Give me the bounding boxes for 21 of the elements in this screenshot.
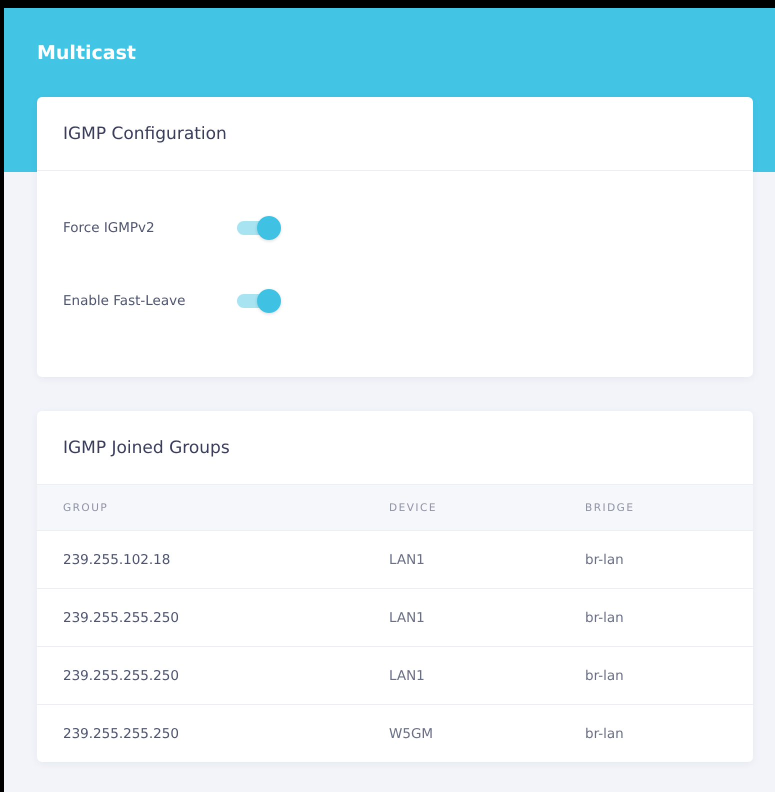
table-cell: W5GM [363,704,559,762]
page-title: Multicast [36,41,138,66]
table-cell: LAN1 [363,588,559,646]
table-cell: LAN1 [363,646,559,704]
table-cell: br-lan [559,588,753,646]
table-cell: LAN1 [363,530,559,588]
setting-label: Force IGMPv2 [63,220,156,236]
column-header: DEVICE [363,485,559,530]
table-cell: br-lan [559,530,753,588]
table-cell: br-lan [559,646,753,704]
setting-label: Enable Fast-Leave [63,292,186,308]
toggle-switch[interactable] [237,288,281,312]
table-cell: 239.255.102.18 [37,530,363,588]
table-cell: 239.255.255.250 [37,588,363,646]
table-cell: 239.255.255.250 [37,704,363,762]
column-header: BRIDGE [559,485,753,530]
table-cell: 239.255.255.250 [37,646,363,704]
card-title: IGMP Configuration [37,97,753,171]
toggle-switch[interactable] [237,216,281,240]
column-header: GROUP [37,485,363,530]
table-cell: br-lan [559,704,753,762]
